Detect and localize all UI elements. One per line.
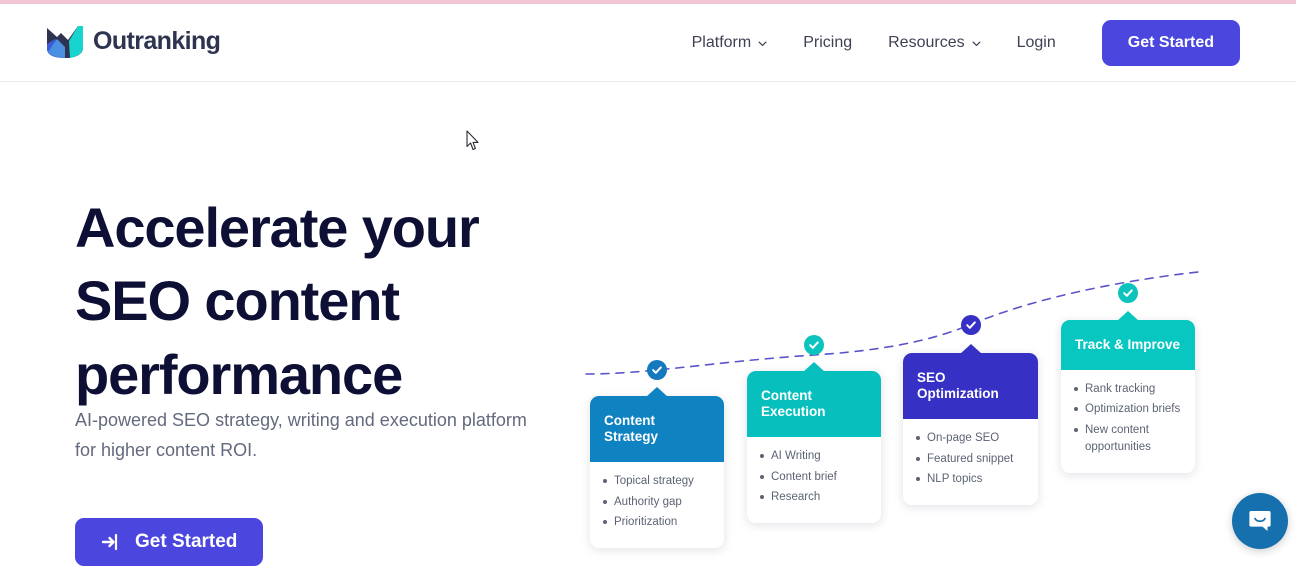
- list-item: Topical strategy: [603, 473, 711, 490]
- step-card-content-execution[interactable]: Content Execution AI Writing Content bri…: [747, 362, 881, 524]
- hero-cta-label: Get Started: [135, 531, 238, 552]
- nav-item-resources[interactable]: Resources: [870, 34, 998, 52]
- step-check-badge-1: [647, 360, 667, 380]
- nav-item-login[interactable]: Login: [999, 34, 1074, 52]
- hero-subheading: AI-powered SEO strategy, writing and exe…: [75, 410, 527, 461]
- brand-name: Outranking: [93, 26, 221, 55]
- step-card-content-strategy[interactable]: Content Strategy Topical strategy Author…: [590, 387, 724, 549]
- step-check-badge-2: [804, 335, 824, 355]
- step-card-header: SEO Optimization: [903, 344, 1038, 420]
- list-item: Authority gap: [603, 494, 711, 511]
- card-notch: [803, 362, 825, 372]
- nav-label-pricing: Pricing: [803, 33, 853, 51]
- main-navigation: Platform Pricing Resources Login Get Sta…: [674, 4, 1296, 81]
- step-card-track-improve[interactable]: Track & Improve Rank tracking Optimizati…: [1061, 311, 1195, 474]
- chat-widget-button[interactable]: [1232, 493, 1288, 549]
- list-item: Prioritization: [603, 514, 711, 531]
- page-root: Outranking Platform Pricing Resources Lo…: [0, 0, 1296, 569]
- page-title: Accelerate your SEO content performance: [75, 196, 480, 406]
- list-item: Optimization briefs: [1074, 401, 1182, 418]
- card-notch: [959, 344, 982, 354]
- arrow-pointer-icon: [466, 130, 479, 151]
- list-item: New content opportunities: [1074, 422, 1182, 457]
- card-notch: [646, 387, 668, 397]
- list-item: On-page SEO: [916, 430, 1025, 447]
- check-circle-icon: [966, 321, 976, 329]
- nav-label-login: Login: [1016, 33, 1056, 51]
- mountain-chart-logo-icon: [47, 26, 83, 58]
- step-card-body: Topical strategy Authority gap Prioritiz…: [590, 462, 724, 548]
- step-title: Content Strategy: [604, 413, 659, 445]
- header-get-started-button[interactable]: Get Started: [1101, 19, 1240, 66]
- check-circle-icon: [652, 366, 662, 374]
- step-check-badge-4: [1118, 283, 1138, 303]
- chevron-down-icon: [758, 41, 767, 46]
- check-circle-icon: [1123, 289, 1133, 297]
- site-header: Outranking Platform Pricing Resources Lo…: [0, 4, 1296, 82]
- step-feature-list: AI Writing Content brief Research: [760, 448, 868, 506]
- sign-in-arrow-icon: [101, 533, 118, 551]
- nav-item-pricing[interactable]: Pricing: [785, 34, 870, 52]
- check-circle-icon: [809, 341, 819, 349]
- step-card-body: On-page SEO Featured snippet NLP topics: [903, 419, 1038, 505]
- nav-label-platform: Platform: [691, 33, 752, 51]
- hero-get-started-button[interactable]: Get Started: [75, 518, 264, 566]
- brand-logo[interactable]: Outranking: [45, 22, 221, 60]
- step-feature-list: Rank tracking Optimization briefs New co…: [1074, 381, 1182, 456]
- step-card-header: Content Strategy: [590, 387, 724, 463]
- list-item: Content brief: [760, 469, 868, 486]
- step-title: SEO Optimization: [917, 370, 999, 402]
- step-card-header: Track & Improve: [1061, 311, 1195, 371]
- chat-bubble-smile-icon: [1249, 511, 1271, 531]
- step-feature-list: On-page SEO Featured snippet NLP topics: [916, 430, 1025, 488]
- step-card-body: Rank tracking Optimization briefs New co…: [1061, 370, 1195, 473]
- card-notch: [1117, 311, 1139, 321]
- list-item: AI Writing: [760, 448, 868, 465]
- step-title: Track & Improve: [1075, 337, 1181, 352]
- seo-workflow-diagram: Content Strategy Topical strategy Author…: [560, 250, 1240, 550]
- list-item: Rank tracking: [1074, 381, 1182, 398]
- chevron-down-icon: [972, 41, 981, 46]
- step-feature-list: Topical strategy Authority gap Prioritiz…: [603, 473, 711, 531]
- step-card-seo-optimization[interactable]: SEO Optimization On-page SEO Featured sn…: [903, 344, 1038, 506]
- step-card-header: Content Execution: [747, 362, 881, 438]
- list-item: Featured snippet: [916, 451, 1025, 468]
- step-check-badge-3: [961, 315, 981, 335]
- nav-item-platform[interactable]: Platform: [674, 34, 786, 52]
- step-title: Content Execution: [761, 388, 826, 420]
- step-card-body: AI Writing Content brief Research: [747, 437, 881, 523]
- nav-label-resources: Resources: [888, 33, 965, 51]
- list-item: NLP topics: [916, 471, 1025, 488]
- list-item: Research: [760, 489, 868, 506]
